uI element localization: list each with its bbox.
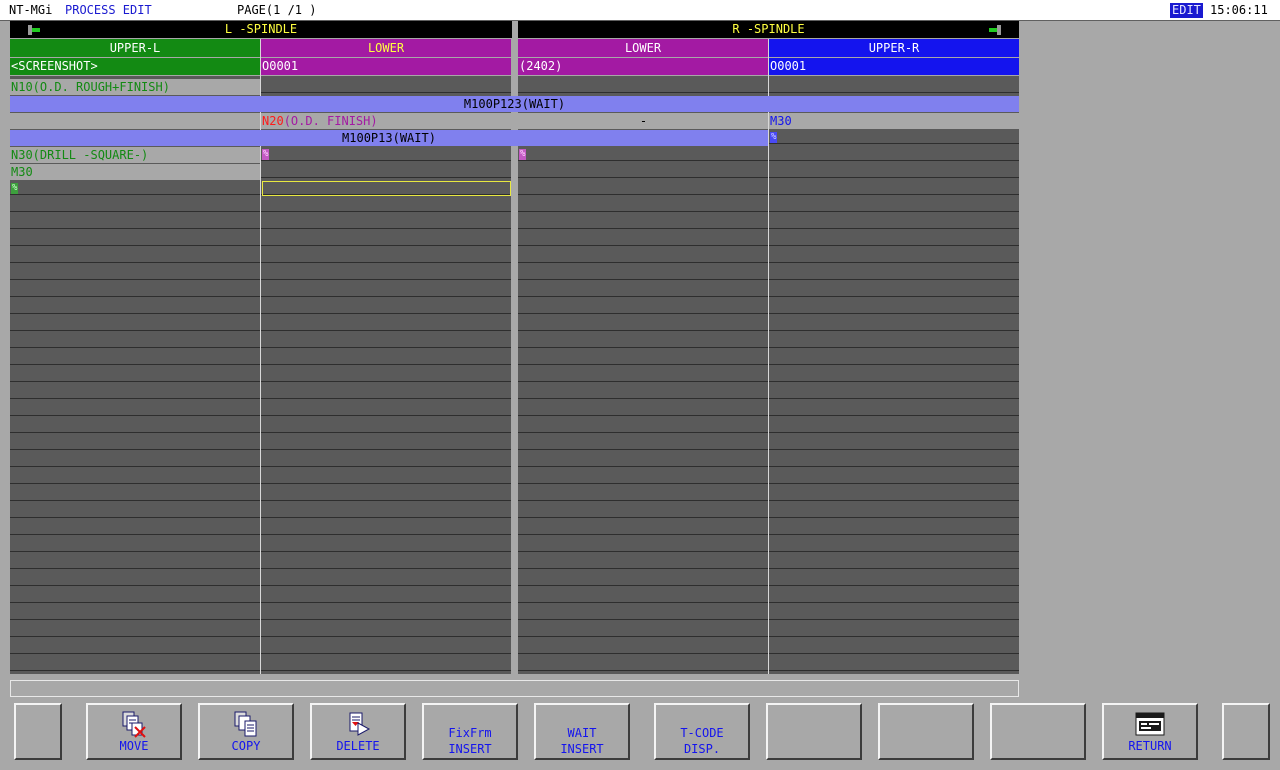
l-spindle-header: L -SPINDLE: [10, 21, 512, 38]
clock: 15:06:11: [1210, 3, 1268, 17]
softkey-label: INSERT: [560, 742, 604, 756]
copy-button[interactable]: COPY: [198, 703, 294, 760]
program-name[interactable]: <SCREENSHOT>: [10, 58, 260, 75]
column-header: LOWER: [261, 39, 511, 57]
softkey-label: COPY: [231, 739, 261, 753]
delete-button[interactable]: DELETE: [310, 703, 406, 760]
softkey-label: DELETE: [336, 739, 380, 753]
copy-icon: [234, 711, 257, 737]
softkey-label: INSERT: [448, 742, 492, 756]
program-name[interactable]: O0001: [769, 58, 1019, 75]
move-icon: [122, 711, 146, 738]
end-mark: %: [11, 183, 19, 194]
page-indicator: PAGE(1 /1 ): [237, 3, 317, 17]
end-mark: %: [770, 132, 778, 143]
input-line[interactable]: [10, 680, 1019, 697]
end-mark: %: [262, 149, 270, 160]
edit-cursor: [262, 181, 511, 196]
process-rows[interactable]: [518, 76, 768, 674]
process-cell[interactable]: -: [518, 113, 768, 129]
process-rows[interactable]: [769, 76, 1019, 674]
softkey-blank[interactable]: [990, 703, 1086, 760]
column-header: UPPER-R: [769, 39, 1019, 57]
mode-badge: EDIT: [1170, 3, 1203, 18]
program-name[interactable]: (2402): [518, 58, 768, 75]
process-cell[interactable]: [10, 113, 260, 129]
return-button[interactable]: RETURN: [1102, 703, 1198, 760]
fixfrm-insert-button[interactable]: FixFrm INSERT: [422, 703, 518, 760]
tcode-disp-button[interactable]: T-CODE DISP.: [654, 703, 750, 760]
sequence-number: N20: [262, 114, 284, 128]
wait-band[interactable]: M100P13(WAIT): [10, 130, 768, 146]
column-header: LOWER: [518, 39, 768, 57]
softkey-blank[interactable]: [766, 703, 862, 760]
process-cell[interactable]: %: [769, 130, 1019, 146]
process-rows[interactable]: [261, 76, 511, 674]
process-cell[interactable]: N10(O.D. ROUGH+FINISH): [10, 79, 260, 95]
softkey-label: T-CODE: [680, 726, 724, 740]
delete-icon: [349, 712, 371, 736]
title-bar: NT-MGi PROCESS EDIT PAGE(1 /1 ) EDIT 15:…: [0, 0, 1280, 21]
process-cell[interactable]: M30: [10, 164, 260, 180]
wait-insert-button[interactable]: WAIT INSERT: [534, 703, 630, 760]
softkey-right-arrow[interactable]: [1222, 703, 1270, 760]
r-spindle-header: R -SPINDLE: [518, 21, 1019, 38]
screen-title: PROCESS EDIT: [65, 3, 152, 17]
app-name: NT-MGi: [9, 3, 53, 17]
softkey-left-arrow[interactable]: [14, 703, 62, 760]
l-spindle-label: L -SPINDLE: [224, 22, 298, 36]
process-cell[interactable]: %: [10, 181, 260, 197]
softkey-label: RETURN: [1128, 739, 1172, 753]
softkey-blank[interactable]: [878, 703, 974, 760]
end-mark: %: [519, 149, 527, 160]
spindle-icon: [28, 25, 42, 35]
softkey-label: DISP.: [683, 742, 721, 756]
process-cell[interactable]: %: [261, 147, 511, 163]
wait-band[interactable]: M100P123(WAIT): [10, 96, 1019, 112]
program-name[interactable]: O0001: [261, 58, 511, 75]
softkey-label: WAIT: [567, 726, 597, 740]
softkey-label: MOVE: [119, 739, 149, 753]
process-cell[interactable]: %: [518, 147, 768, 163]
process-cell[interactable]: N30(DRILL -SQUARE-): [10, 147, 260, 163]
return-icon: [1135, 712, 1165, 736]
process-comment: (O.D. FINISH): [283, 114, 378, 128]
process-cell[interactable]: N20(O.D. FINISH): [261, 113, 511, 129]
column-header: UPPER-L: [10, 39, 260, 57]
r-spindle-label: R -SPINDLE: [732, 22, 805, 36]
process-cell[interactable]: M30: [769, 113, 1019, 129]
softkey-label: FixFrm: [448, 726, 492, 740]
spindle-icon: [987, 25, 1001, 35]
move-button[interactable]: MOVE: [86, 703, 182, 760]
